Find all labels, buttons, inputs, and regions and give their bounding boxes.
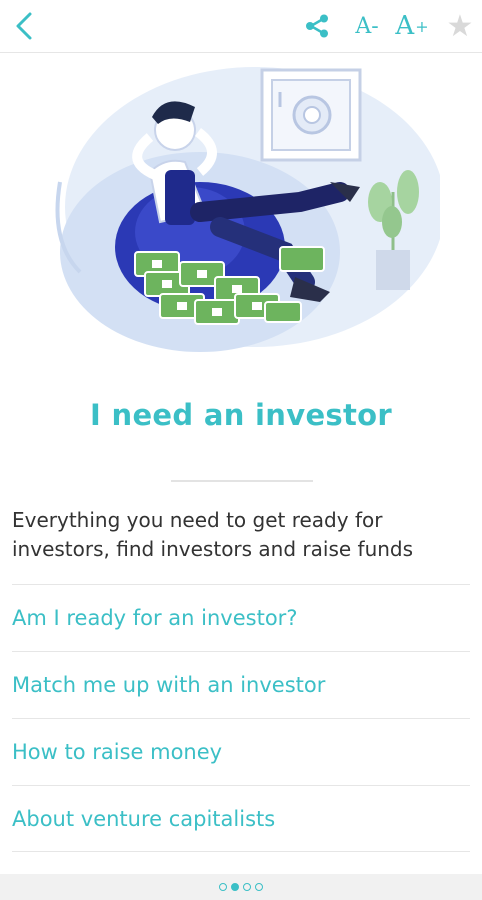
page-dot-1[interactable] — [219, 883, 227, 891]
page-dot-4[interactable] — [255, 883, 263, 891]
share-icon — [306, 14, 328, 38]
title-divider — [171, 480, 313, 482]
link-raise-money[interactable]: How to raise money — [12, 718, 470, 785]
increase-font-button[interactable]: A + — [390, 8, 434, 44]
link-label: About venture capitalists — [12, 806, 276, 831]
page-dot-3[interactable] — [243, 883, 251, 891]
page-title: I need an investor — [90, 398, 392, 432]
link-am-i-ready[interactable]: Am I ready for an investor? — [12, 584, 470, 651]
chevron-left-icon — [16, 12, 32, 40]
link-label: Match me up with an investor — [12, 673, 326, 697]
link-venture-capitalists[interactable]: About venture capitalists — [12, 785, 470, 852]
link-label: Am I ready for an investor? — [12, 606, 298, 630]
increase-font-plus: + — [415, 16, 429, 36]
star-icon: ★ — [446, 8, 474, 44]
decrease-font-button[interactable]: A- — [348, 8, 386, 44]
page-indicator — [0, 874, 482, 900]
page-description: Everything you need to get ready for inv… — [12, 508, 414, 561]
back-button[interactable] — [8, 6, 48, 46]
decrease-font-label: A- — [355, 13, 379, 39]
page-dot-2[interactable] — [231, 883, 239, 891]
favorite-button[interactable]: ★ — [442, 8, 478, 44]
hero-illustration — [40, 62, 445, 362]
link-match-me-up[interactable]: Match me up with an investor — [12, 651, 470, 718]
link-label: How to raise money — [12, 740, 223, 764]
top-bar: A- A + ★ — [0, 0, 482, 53]
topic-link-list: Am I ready for an investor? Match me up … — [12, 584, 470, 852]
increase-font-label: A — [395, 11, 415, 41]
share-button[interactable] — [300, 8, 334, 44]
